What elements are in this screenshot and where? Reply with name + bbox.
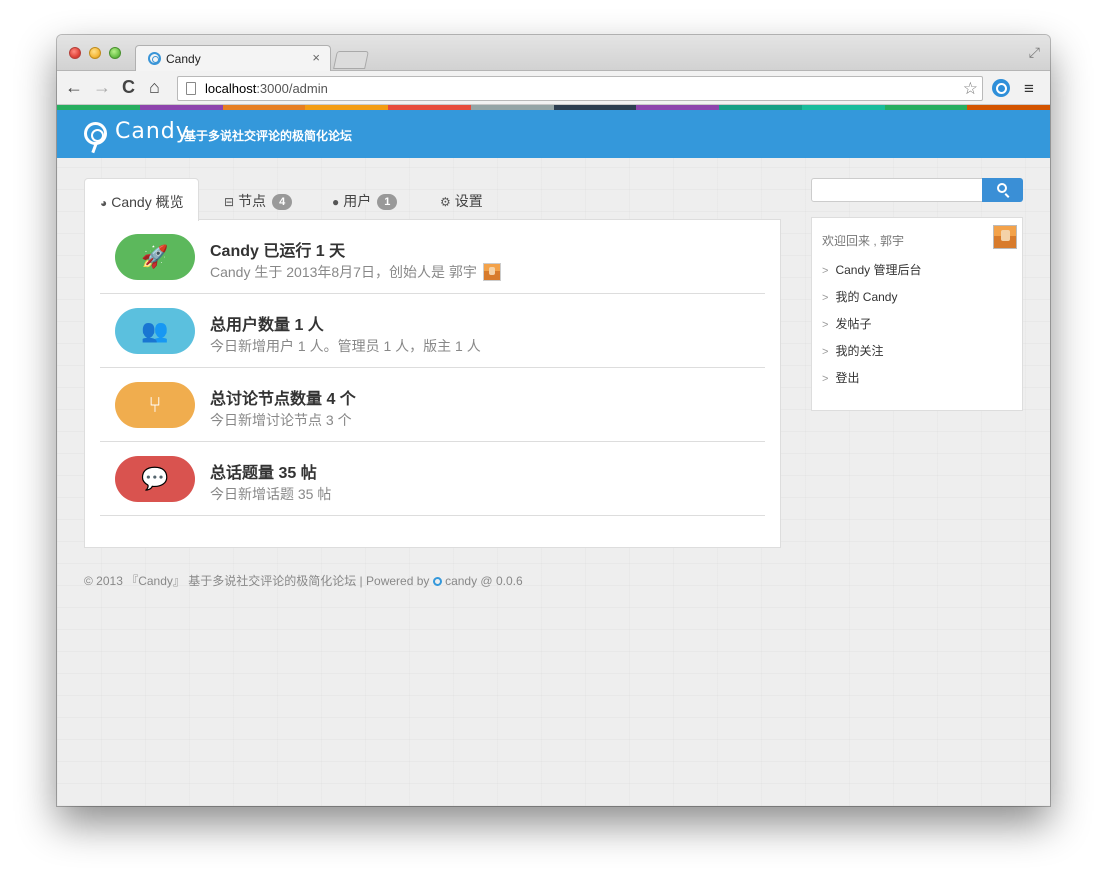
stat-subtitle: 今日新增讨论节点 3 个 bbox=[210, 412, 352, 428]
tab-label: 设置 bbox=[454, 193, 483, 209]
extension-icon[interactable] bbox=[992, 79, 1010, 97]
chevron-right-icon: > bbox=[822, 292, 829, 304]
chevron-right-icon: > bbox=[822, 373, 829, 385]
reload-button[interactable]: C bbox=[122, 77, 135, 98]
tab-label: 节点 bbox=[238, 193, 267, 209]
candy-favicon-icon bbox=[148, 52, 161, 65]
tab-label: Candy 概览 bbox=[111, 194, 184, 210]
powered-by-link[interactable]: candy @ 0.0.6 bbox=[445, 574, 523, 588]
browser-menu-icon[interactable]: ≡ bbox=[1024, 79, 1034, 99]
menu-item-new-post[interactable]: > 发帖子 bbox=[822, 315, 921, 342]
tab-users[interactable]: ● 用户 1 bbox=[332, 178, 398, 220]
footer-text: © 2013 『Candy』 基于多说社交评论的极简化论坛 | Powered … bbox=[84, 574, 430, 588]
chevron-right-icon: > bbox=[822, 265, 829, 277]
menu-item-logout[interactable]: > 登出 bbox=[822, 369, 921, 396]
stat-pill: 💬 bbox=[115, 456, 195, 502]
browser-toolbar: ← → C ⌂ localhost:3000/admin ☆ ≡ bbox=[57, 71, 1050, 105]
user-menu: > Candy 管理后台 > 我的 Candy > 发帖子 > 我的关注 > 登出 bbox=[822, 261, 921, 396]
address-bar[interactable]: localhost:3000/admin ☆ bbox=[177, 76, 983, 101]
candy-logo-icon[interactable] bbox=[84, 122, 107, 145]
tab-label: 用户 bbox=[343, 193, 372, 209]
users-count-badge: 1 bbox=[377, 194, 398, 210]
brand-name[interactable]: Candy bbox=[115, 119, 190, 144]
founder-avatar[interactable] bbox=[482, 263, 501, 281]
tab-nodes[interactable]: ⊟ 节点 4 bbox=[224, 178, 293, 220]
stat-title: 总用户数量 1 人 bbox=[210, 317, 324, 334]
rocket-icon: 🚀 bbox=[141, 244, 169, 269]
stat-title: 总话题量 35 帖 bbox=[210, 465, 317, 482]
menu-item-my-candy[interactable]: > 我的 Candy bbox=[822, 288, 921, 315]
dashboard-icon: ◕ bbox=[100, 196, 108, 210]
back-button[interactable]: ← bbox=[65, 77, 83, 98]
user-icon: ● bbox=[332, 195, 340, 209]
tab-close-icon[interactable]: × bbox=[312, 50, 320, 65]
title-bar: Candy × ⤢ bbox=[57, 35, 1050, 72]
footer: © 2013 『Candy』 基于多说社交评论的极简化论坛 | Powered … bbox=[84, 572, 523, 589]
new-tab-button[interactable] bbox=[333, 51, 369, 69]
main-content: ◕ Candy 概览 ⊟ 节点 4 ● 用户 1 ⚙ 设置 🚀 Candy 已运行 1 天 … bbox=[57, 158, 1050, 806]
tab-settings[interactable]: ⚙ 设置 bbox=[440, 178, 483, 220]
avatar[interactable] bbox=[993, 225, 1017, 249]
stat-runtime: 🚀 Candy 已运行 1 天 Candy 生于 2013年8月7日，创始人是 … bbox=[100, 220, 765, 294]
minimize-window-button[interactable] bbox=[89, 47, 101, 59]
tab-title: Candy bbox=[166, 52, 201, 66]
chevron-right-icon: > bbox=[822, 319, 829, 331]
zoom-window-button[interactable] bbox=[109, 47, 121, 59]
branch-icon: ⑂ bbox=[148, 392, 162, 417]
menu-item-following[interactable]: > 我的关注 bbox=[822, 342, 921, 369]
browser-window: Candy × ⤢ ← → C ⌂ localhost:3000/admin ☆… bbox=[57, 35, 1050, 806]
stat-pill: 👥 bbox=[115, 308, 195, 354]
stat-subtitle: 今日新增用户 1 人。管理员 1 人，版主 1 人 bbox=[210, 338, 481, 354]
stat-pill: ⑂ bbox=[115, 382, 195, 428]
node-icon: ⊟ bbox=[224, 195, 235, 209]
stat-title: 总讨论节点数量 4 个 bbox=[210, 391, 356, 408]
site-slogan: 基于多说社交评论的极简化论坛 bbox=[184, 129, 353, 143]
nodes-count-badge: 4 bbox=[272, 194, 293, 210]
users-icon: 👥 bbox=[141, 318, 169, 343]
comments-icon: 💬 bbox=[141, 466, 169, 491]
bookmark-star-icon[interactable]: ☆ bbox=[963, 79, 978, 99]
forward-button[interactable]: → bbox=[93, 77, 111, 98]
chevron-right-icon: > bbox=[822, 346, 829, 358]
search-input[interactable] bbox=[811, 178, 983, 202]
stat-pill: 🚀 bbox=[115, 234, 195, 280]
stat-users: 👥 总用户数量 1 人 今日新增用户 1 人。管理员 1 人，版主 1 人 bbox=[100, 294, 765, 368]
tab-overview[interactable]: ◕ Candy 概览 bbox=[84, 178, 199, 221]
stat-nodes: ⑂ 总讨论节点数量 4 个 今日新增讨论节点 3 个 bbox=[100, 368, 765, 442]
menu-item-admin[interactable]: > Candy 管理后台 bbox=[822, 261, 921, 288]
stat-subtitle: Candy 生于 2013年8月7日，创始人是 郭宇 bbox=[210, 262, 501, 282]
overview-panel: 🚀 Candy 已运行 1 天 Candy 生于 2013年8月7日，创始人是 … bbox=[84, 219, 781, 548]
fullscreen-icon[interactable]: ⤢ bbox=[1029, 44, 1040, 61]
site-header: Candy 基于多说社交评论的极简化论坛 bbox=[57, 110, 1050, 158]
close-window-button[interactable] bbox=[69, 47, 81, 59]
home-button[interactable]: ⌂ bbox=[149, 77, 160, 98]
stat-subtitle: 今日新增话题 35 帖 bbox=[210, 486, 332, 502]
user-panel: 欢迎回来 , 郭宇 > Candy 管理后台 > 我的 Candy > 发帖子 > 我的… bbox=[811, 217, 1023, 411]
page-icon bbox=[186, 82, 196, 95]
browser-tab[interactable]: Candy × bbox=[135, 45, 331, 72]
gears-icon: ⚙ bbox=[440, 195, 451, 209]
search-icon bbox=[997, 183, 1007, 193]
url-text[interactable]: localhost:3000/admin bbox=[205, 81, 328, 96]
stat-topics: 💬 总话题量 35 帖 今日新增话题 35 帖 bbox=[100, 442, 765, 516]
stat-title: Candy 已运行 1 天 bbox=[210, 243, 346, 260]
candy-logo-icon bbox=[432, 577, 442, 586]
welcome-text: 欢迎回来 , 郭宇 bbox=[822, 234, 905, 248]
search-button[interactable] bbox=[982, 178, 1023, 202]
